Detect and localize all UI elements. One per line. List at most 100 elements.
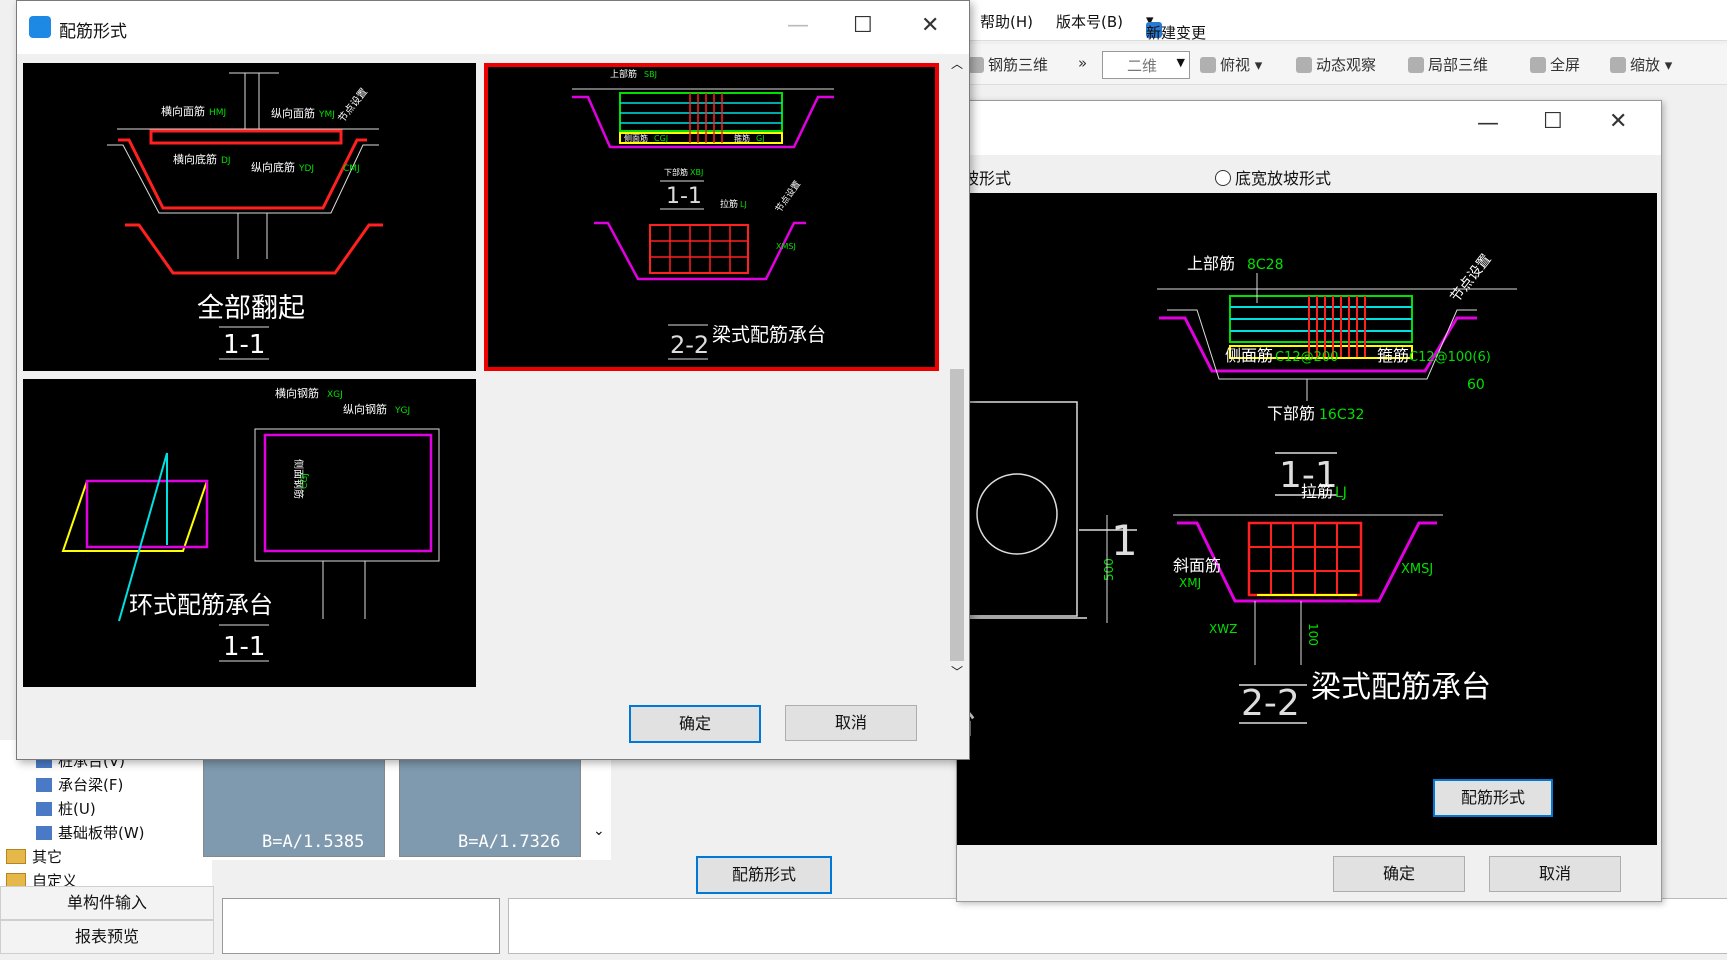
dim-500: 500 <box>1102 558 1116 581</box>
svg-text:横向钢筋: 横向钢筋 <box>275 386 319 400</box>
rebar-form-button[interactable]: 配筋形式 <box>1433 779 1553 817</box>
svg-text:CMJ: CMJ <box>343 164 360 174</box>
scrollbar-thumb[interactable] <box>950 369 964 661</box>
menu-new-change[interactable]: 新建变更 ▾ <box>1146 11 1206 42</box>
report-preview-button[interactable]: 报表预览 <box>0 920 214 954</box>
svg-text:侧面筋: 侧面筋 <box>624 133 648 143</box>
svg-text:CGJ: CGJ <box>654 134 668 143</box>
chevron-up-icon[interactable]: ︿ <box>951 55 963 72</box>
side-bar-label: 侧面筋 <box>1225 346 1273 365</box>
cancel-button[interactable]: 取消 <box>785 705 917 741</box>
minimize-icon[interactable]: — <box>1477 111 1499 136</box>
svg-text:HMJ: HMJ <box>209 108 226 118</box>
svg-text:SBJ: SBJ <box>644 70 657 79</box>
beam-cap-thumb-drawing: 上部筋 SBJ 侧面筋 CGJ 箍筋 GJ 下部筋 XBJ 1-1 拉筋 LJ … <box>572 68 834 360</box>
tree-item[interactable]: 基础板带(W) <box>36 822 145 843</box>
svg-text:YDJ: YDJ <box>298 164 314 174</box>
tie-label: 拉筋 <box>1301 482 1333 501</box>
tree-folder[interactable]: 其它 <box>6 846 62 867</box>
radio-bottom-width[interactable]: 底宽放坡形式 <box>1215 165 1331 189</box>
dynamic-view-button[interactable]: 动态观察 <box>1296 54 1376 75</box>
more-icon[interactable]: » <box>1078 54 1087 72</box>
svg-text:DJ: DJ <box>221 156 231 166</box>
beam-cap-drawing: 1 矩形承台 上部筋 8C28 侧面筋 C12@200 箍筋 <box>833 251 1517 742</box>
angle-value: 60 <box>1467 377 1485 393</box>
stirrup-label: 箍筋 <box>1377 346 1409 365</box>
property-panel <box>508 898 1727 954</box>
svg-text:CGJ: CGJ <box>300 473 310 489</box>
svg-text:纵向钢筋: 纵向钢筋 <box>343 402 387 416</box>
rebar-form-dialog: 配筋形式 — ☐ ✕ 横向面筋 HMJ 纵向面筋 YMJ 横向底筋 DJ 纵向底… <box>16 0 970 760</box>
stirrup-value: C12@100(6) <box>1409 350 1491 365</box>
shape-card[interactable]: B=A/1.5385 <box>203 755 385 857</box>
svg-text:1-1: 1-1 <box>666 184 702 209</box>
side-bar-value: C12@200 <box>1275 350 1338 365</box>
view-mode-select[interactable]: 二维 ▼ <box>1102 51 1190 79</box>
fullscreen-button[interactable]: 全屏 <box>1530 54 1580 75</box>
top-view-button[interactable]: 俯视 ▾ <box>1200 54 1262 75</box>
top-bar-value: 8C28 <box>1247 257 1284 273</box>
vertical-scrollbar[interactable]: ︿ ﹀ <box>947 55 967 687</box>
component-tree: 桩承台(V) 承台梁(F) 桩(U) 基础板带(W) 其它 自定义 <box>0 740 212 892</box>
rebar3d-button[interactable]: 钢筋三维 <box>968 54 1048 75</box>
local3d-icon <box>1408 57 1424 73</box>
app-icon <box>29 16 51 38</box>
chevron-down-icon[interactable]: ⌄ <box>593 823 605 839</box>
slope-bar-label: 斜面筋 <box>1173 556 1221 575</box>
chevron-down-icon[interactable]: ﹀ <box>951 663 963 680</box>
close-icon[interactable]: ✕ <box>1609 109 1627 134</box>
section-2-2: 2-2 <box>1241 683 1300 724</box>
tile1-label: 横向面筋 <box>161 104 205 118</box>
zoom-icon <box>1610 57 1626 73</box>
svg-text:XMSJ: XMSJ <box>776 242 796 251</box>
zoom-button[interactable]: 缩放 ▾ <box>1610 54 1672 75</box>
svg-text:2-2: 2-2 <box>670 331 709 359</box>
svg-text:YGJ: YGJ <box>394 406 410 416</box>
menu-version[interactable]: 版本号(B) <box>1056 11 1123 32</box>
radio-icon <box>1215 170 1231 186</box>
rebar-form-button[interactable]: 配筋形式 <box>696 856 832 894</box>
option-tile-ring-cap[interactable]: 横向钢筋 XGJ 纵向钢筋 YGJ 侧面钢筋 CGJ 环式配筋承台 1-1 <box>23 379 476 687</box>
maximize-icon[interactable]: ☐ <box>1543 109 1563 134</box>
ring-cap-drawing: 横向钢筋 XGJ 纵向钢筋 YGJ 侧面钢筋 CGJ 环式配筋承台 1-1 <box>61 386 440 662</box>
dialog-titlebar: 配筋形式 — ☐ ✕ <box>17 1 969 54</box>
option-tile-full-flip[interactable]: 横向面筋 HMJ 纵向面筋 YMJ 横向底筋 DJ 纵向底筋 YDJ CMJ 节… <box>23 63 476 371</box>
close-icon[interactable]: ✕ <box>921 13 939 38</box>
menu-bar: 帮助(H) 版本号(B) 新建变更 ▾ <box>960 0 1727 42</box>
ok-button[interactable]: 确定 <box>629 705 761 743</box>
svg-text:上部筋: 上部筋 <box>610 68 637 80</box>
svg-text:箍筋: 箍筋 <box>734 133 750 143</box>
xwz-value: XWZ <box>1209 622 1237 636</box>
svg-text:拉筋: 拉筋 <box>720 198 738 210</box>
tree-item[interactable]: 承台梁(F) <box>36 774 123 795</box>
section-mark: 1 <box>1111 516 1138 565</box>
svg-text:XBJ: XBJ <box>690 168 703 177</box>
full-flip-drawing: 横向面筋 HMJ 纵向面筋 YMJ 横向底筋 DJ 纵向底筋 YDJ CMJ 节… <box>107 72 383 360</box>
chevron-down-icon: ▼ <box>1176 56 1185 69</box>
rebar-preview-canvas: 1 矩形承台 上部筋 8C28 侧面筋 C12@200 箍筋 <box>833 193 1657 845</box>
option-tile-beam-cap[interactable]: 上部筋 SBJ 侧面筋 CGJ 箍筋 GJ 下部筋 XBJ 1-1 拉筋 LJ … <box>484 63 939 371</box>
svg-text:YMJ: YMJ <box>318 110 335 120</box>
drawing-title: 梁式配筋承台 <box>1311 670 1491 705</box>
cube-icon <box>1200 57 1216 73</box>
cap-beam-icon <box>36 778 52 792</box>
slope-bar-value: XMJ <box>1179 576 1201 590</box>
back-cancel-button[interactable]: 取消 <box>1489 856 1621 892</box>
menu-help[interactable]: 帮助(H) <box>980 11 1033 32</box>
radio-slope-label[interactable]: 坡形式 <box>963 165 1011 189</box>
bottom-bar-label: 下部筋 <box>1267 404 1315 423</box>
shape-card[interactable]: B=A/1.7326 <box>399 755 581 857</box>
minimize-icon[interactable]: — <box>787 13 809 38</box>
tree-item[interactable]: 桩(U) <box>36 798 96 819</box>
svg-text:XGJ: XGJ <box>327 390 343 400</box>
folder-icon <box>6 849 26 864</box>
back-ok-button[interactable]: 确定 <box>1333 856 1465 892</box>
local3d-button[interactable]: 局部三维 <box>1408 54 1488 75</box>
bottom-bar-value: 16C32 <box>1319 407 1364 423</box>
single-input-button[interactable]: 单构件输入 <box>0 886 214 920</box>
tile1-caption: 全部翻起 <box>197 293 305 324</box>
maximize-icon[interactable]: ☐ <box>853 13 873 38</box>
fullscreen-icon <box>1530 57 1546 73</box>
node-setting-label: 节点设置 <box>1448 251 1495 305</box>
svg-text:节点设置: 节点设置 <box>336 86 370 125</box>
